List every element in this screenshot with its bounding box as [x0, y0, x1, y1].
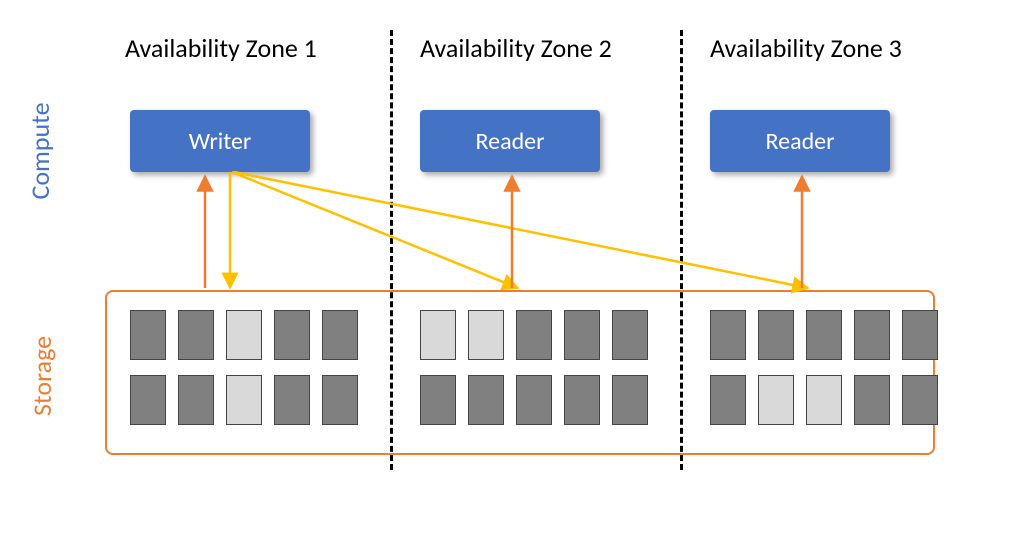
storage-block — [854, 310, 890, 360]
storage-block — [806, 375, 842, 425]
storage-block — [806, 310, 842, 360]
storage-block — [710, 375, 746, 425]
storage-block — [226, 310, 262, 360]
storage-block — [274, 375, 310, 425]
storage-block — [612, 310, 648, 360]
writer-node: Writer — [130, 110, 310, 172]
storage-block — [130, 310, 166, 360]
storage-block — [178, 310, 214, 360]
reader-node-az2-label: Reader — [476, 127, 545, 156]
reader-node-az3-label: Reader — [766, 127, 835, 156]
storage-block — [710, 310, 746, 360]
storage-block — [516, 310, 552, 360]
arrow-layer — [0, 0, 1024, 553]
storage-block — [902, 310, 938, 360]
storage-block — [322, 375, 358, 425]
storage-block — [420, 310, 456, 360]
az3-header: Availability Zone 3 — [710, 32, 902, 64]
storage-block — [564, 310, 600, 360]
az2-header: Availability Zone 2 — [420, 32, 612, 64]
storage-block — [420, 375, 456, 425]
storage-block — [130, 375, 166, 425]
torn-edge-right — [966, 0, 1024, 553]
storage-block — [274, 310, 310, 360]
storage-block — [564, 375, 600, 425]
reader-node-az3: Reader — [710, 110, 890, 172]
storage-block — [902, 375, 938, 425]
storage-block — [854, 375, 890, 425]
write-arrow-az2 — [232, 172, 518, 288]
storage-block — [758, 375, 794, 425]
reader-node-az2: Reader — [420, 110, 600, 172]
storage-block — [468, 375, 504, 425]
storage-block — [612, 375, 648, 425]
write-arrow-az3 — [234, 172, 808, 288]
storage-layer-label: Storage — [26, 316, 58, 436]
storage-block — [516, 375, 552, 425]
diagram-stage: Compute Storage Availability Zone 1 Avai… — [0, 0, 1024, 553]
storage-block — [468, 310, 504, 360]
storage-block — [758, 310, 794, 360]
writer-node-label: Writer — [189, 127, 252, 156]
torn-edge — [0, 465, 1024, 555]
compute-layer-label: Compute — [24, 91, 56, 211]
storage-block — [226, 375, 262, 425]
az1-header: Availability Zone 1 — [125, 32, 317, 64]
storage-block — [178, 375, 214, 425]
storage-block — [322, 310, 358, 360]
